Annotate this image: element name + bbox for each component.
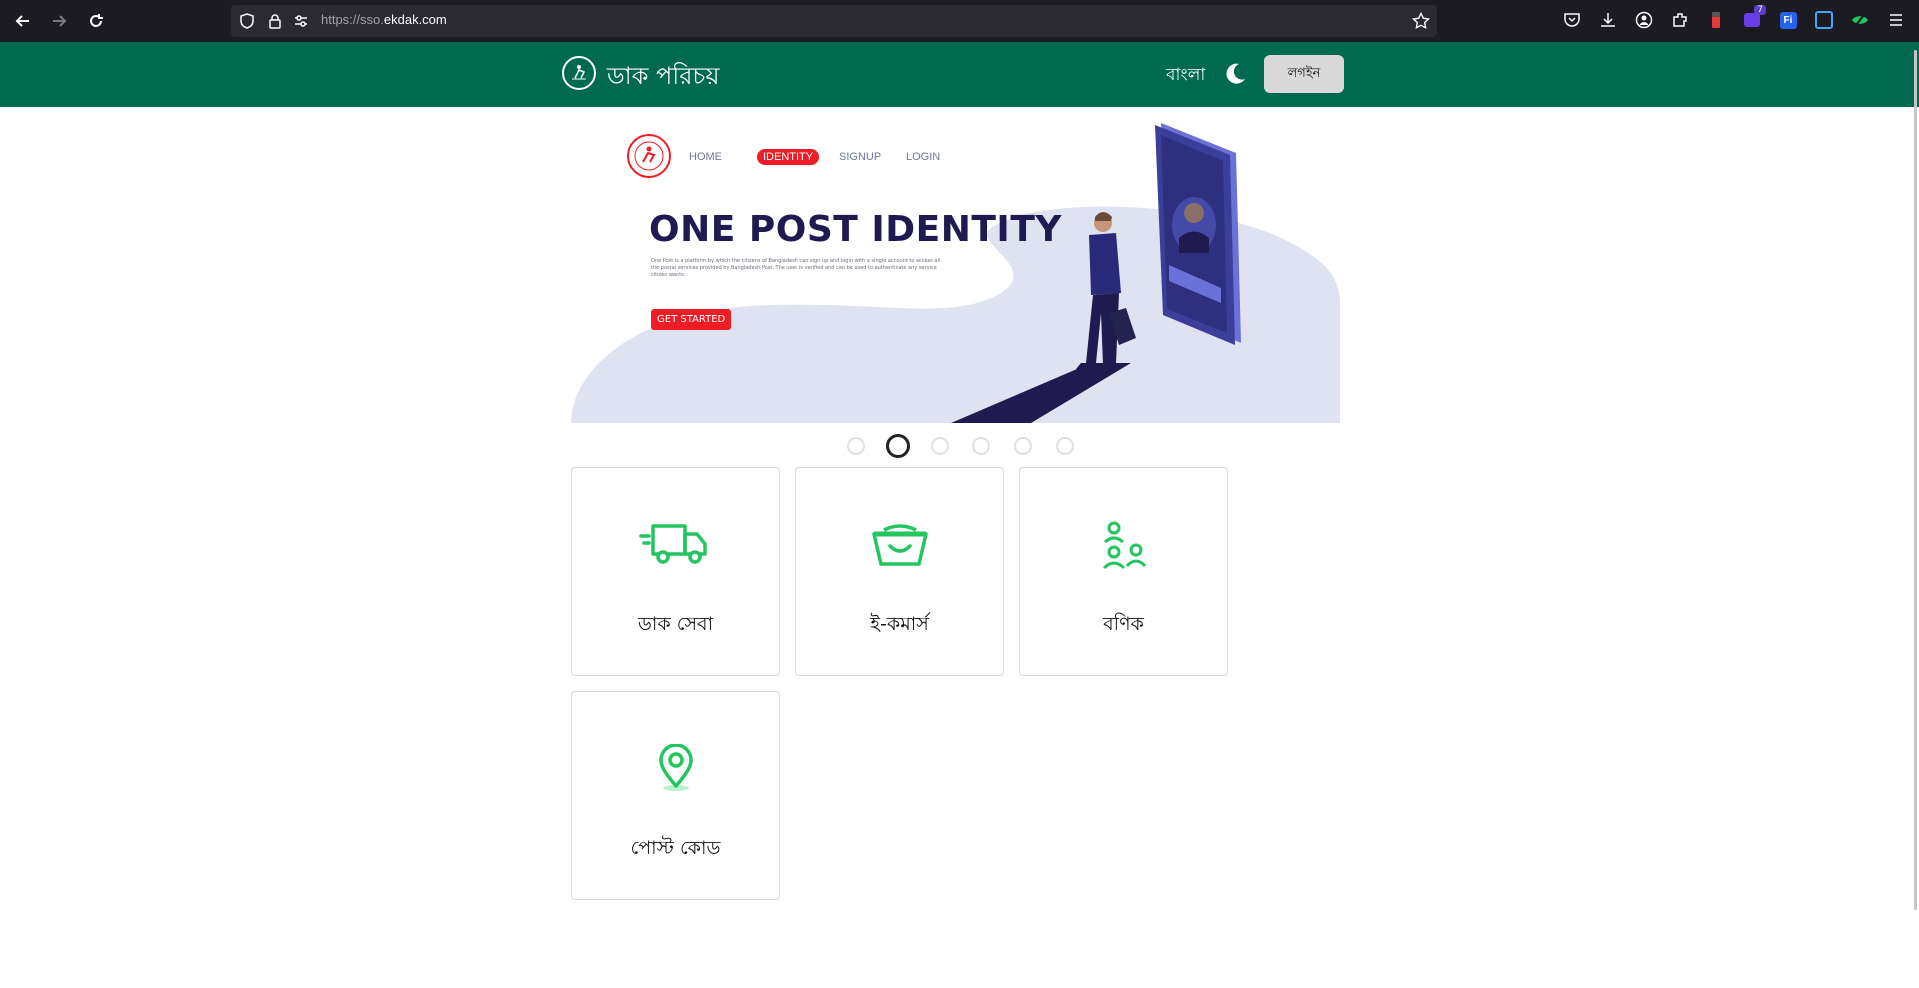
service-card-post-code[interactable]: পোস্ট কোড [571,691,780,900]
url-domain: ekdak.com [383,12,447,27]
url-bar[interactable]: https://sso.ekdak.com [231,5,1437,37]
hero-nav-identity[interactable]: IDENTITY [757,149,820,165]
post-logo-icon[interactable] [562,56,596,90]
service-card-banik[interactable]: বণিক [1019,467,1228,676]
language-toggle[interactable]: বাংলা [1166,62,1205,90]
hero-nav-signup[interactable]: SIGNUP [839,151,881,163]
extension-purple-icon[interactable]: 7 [1742,5,1766,30]
service-label: বণিক [1103,613,1144,635]
hero-description: One Post is a platform by which the citi… [651,258,941,278]
hero-banner: HOME IDENTITY SIGNUP LOGIN ONE POST IDEN… [571,113,1340,423]
service-label: ই-কমার্স [870,613,929,635]
extension-square-icon[interactable] [1814,10,1834,30]
hero-logo-icon[interactable] [627,134,671,178]
hero-nav-login[interactable]: LOGIN [906,151,940,163]
site-header: ডাক পরিচয় বাংলা লগইন [0,42,1919,107]
url-text[interactable]: https://sso.ekdak.com [321,12,447,27]
forward-icon[interactable] [47,9,71,33]
service-label: পোস্ট কোড [630,837,721,859]
browser-toolbar: https://sso.ekdak.com 7 Fi [0,0,1919,42]
get-started-button[interactable]: GET STARTED [651,309,732,330]
service-card-dak-seba[interactable]: ডাক সেবা [571,467,780,676]
extension-fi-icon[interactable]: Fi [1778,10,1798,30]
reload-icon[interactable] [84,9,108,33]
extension-badge: 7 [1754,5,1766,15]
permissions-icon[interactable] [293,13,309,33]
service-label: ডাক সেবা [637,613,714,635]
carousel-dot-6[interactable] [1056,437,1074,455]
carousel-dot-1[interactable] [847,437,865,455]
carousel-dot-2[interactable] [886,434,910,458]
carousel-dot-3[interactable] [931,437,949,455]
lock-icon[interactable] [267,13,283,33]
url-prefix: https://sso. [321,12,384,27]
extensions-icon[interactable] [1670,10,1690,30]
account-icon[interactable] [1634,10,1654,30]
moon-icon[interactable] [1222,60,1248,86]
extension-green-icon[interactable] [1850,10,1870,30]
login-button[interactable]: লগইন [1264,55,1344,93]
people-icon [1020,520,1227,574]
back-icon[interactable] [11,9,35,33]
brand-title[interactable]: ডাক পরিচয় [607,58,720,98]
carousel-dot-5[interactable] [1014,437,1032,455]
download-icon[interactable] [1598,10,1618,30]
pocket-icon[interactable] [1562,10,1582,30]
hero-nav-home[interactable]: HOME [689,151,722,163]
shield-icon[interactable] [239,13,255,33]
truck-icon [572,520,779,574]
carousel-dot-4[interactable] [972,437,990,455]
hero-title: ONE POST IDENTITY [649,209,1062,250]
location-pin-icon [572,744,779,798]
basket-icon [796,520,1003,574]
menu-icon[interactable] [1886,10,1906,30]
page-scrollbar[interactable] [1914,50,1917,910]
service-card-ecommerce[interactable]: ই-কমার্স [795,467,1004,676]
bookmark-star-icon[interactable] [1411,11,1431,34]
extension-red-icon[interactable] [1706,10,1726,30]
